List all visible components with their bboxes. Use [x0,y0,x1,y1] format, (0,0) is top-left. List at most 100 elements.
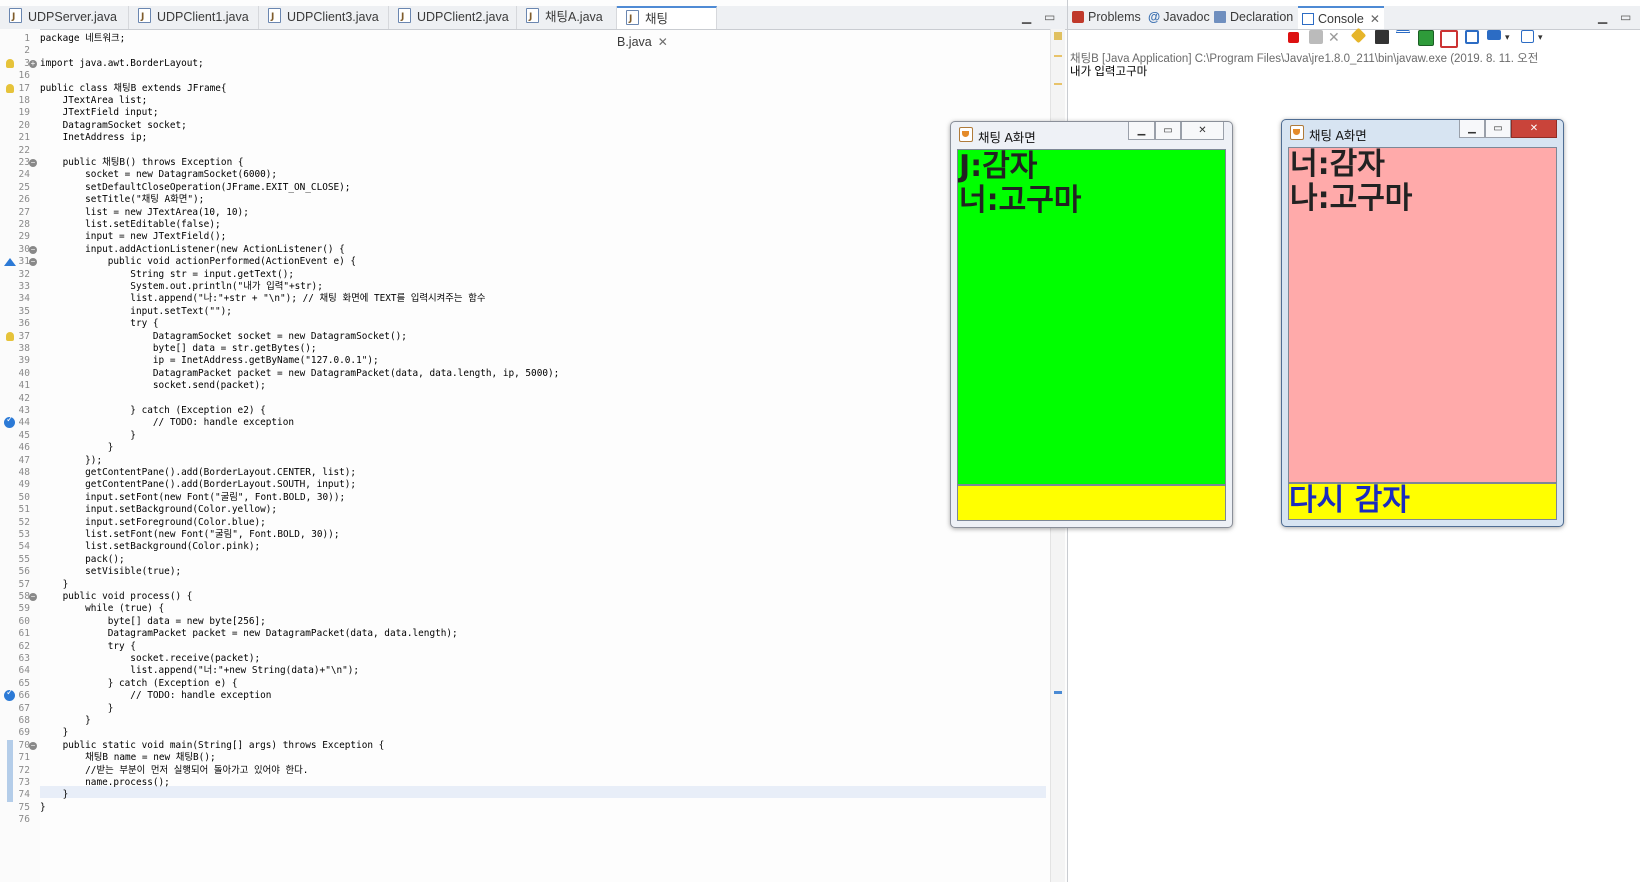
code-line[interactable]: } [40,430,136,442]
code-line[interactable]: socket = new DatagramSocket(6000); [40,169,277,181]
code-line[interactable]: getContentPane().add(BorderLayout.CENTER… [40,467,356,479]
code-line[interactable]: JTextField input; [40,107,159,119]
chevron-down-icon[interactable]: ▾ [1538,30,1552,44]
code-line[interactable]: setTitle("채팅 A화면"); [40,194,204,206]
code-line[interactable]: } catch (Exception e) { [40,678,238,690]
minimize-button[interactable]: ▁ [1128,122,1155,140]
code-line[interactable]: list = new JTextArea(10, 10); [40,207,249,219]
task-marker[interactable] [1054,691,1062,694]
collapse-icon[interactable]: − [29,593,37,601]
code-line[interactable]: } [40,727,69,739]
code-line[interactable]: public static void main(String[] args) t… [40,740,385,752]
code-line[interactable]: public class 채팅B extends JFrame{ [40,83,227,95]
code-line[interactable]: DatagramSocket socket; [40,120,187,132]
code-line[interactable]: DatagramSocket socket = new DatagramSock… [40,331,407,343]
code-line[interactable]: } catch (Exception e2) { [40,405,265,417]
tab-udpclient2[interactable]: UDPClient2.java [389,6,517,29]
word-wrap-icon[interactable] [1396,30,1410,41]
code-line[interactable]: DatagramPacket packet = new DatagramPack… [40,628,458,640]
close-button[interactable]: ✕ [1511,120,1557,138]
code-line[interactable]: list.setEditable(false); [40,219,220,231]
code-line[interactable]: public 채팅B() throws Exception { [40,157,244,169]
show-on-stderr-icon[interactable] [1440,30,1458,48]
maximize-button[interactable]: ▭ [1485,120,1511,138]
code-line[interactable]: ip = InetAddress.getByName("127.0.0.1"); [40,355,379,367]
code-line[interactable]: input.setForeground(Color.blue); [40,517,266,529]
message-input[interactable] [957,485,1226,521]
code-line[interactable]: list.append("나:"+str + "\n"); // 채팅 화면에 … [40,293,485,305]
code-line[interactable]: } [40,703,114,715]
code-line[interactable]: System.out.println("내가 입력"+str); [40,281,323,293]
code-line[interactable]: public void process() { [40,591,193,603]
code-line[interactable]: DatagramPacket packet = new DatagramPack… [40,368,559,380]
code-editor[interactable]: UDPServer.java UDPClient1.java UDPClient… [0,0,1105,882]
collapse-icon[interactable]: − [29,159,37,167]
expand-icon[interactable]: + [29,59,37,68]
code-line[interactable]: } [40,442,114,454]
code-line[interactable]: import java.awt.BorderLayout; [40,58,204,70]
maximize-button[interactable]: ▭ [1155,122,1181,140]
minimize-icon[interactable]: ▁ [1598,10,1607,24]
tab-udpclient1[interactable]: UDPClient1.java [129,6,259,29]
lightbulb-warning-icon[interactable] [6,331,14,341]
code-line[interactable]: list.setFont(new Font("굴림", Font.BOLD, 3… [40,529,339,541]
code-line[interactable]: }); [40,455,102,467]
code-line[interactable]: getContentPane().add(BorderLayout.SOUTH,… [40,479,356,491]
tab-udpclient3[interactable]: UDPClient3.java [259,6,389,29]
collapse-icon[interactable]: − [29,245,37,254]
window-titlebar[interactable]: 채팅 A화면 ▁ ▭ ✕ [1282,120,1563,144]
code-line[interactable]: while (true) { [40,603,164,615]
code-line[interactable]: //받는 부분이 먼저 실행되어 돌아가고 있어야 한다. [40,765,308,777]
code-line[interactable]: socket.send(packet); [40,380,266,392]
code-line[interactable]: public void actionPerformed(ActionEvent … [40,256,356,268]
tab-javadoc[interactable]: @ Javadoc [1148,6,1210,29]
warning-marker[interactable] [1054,32,1062,40]
warning-marker[interactable] [1054,83,1062,85]
lightbulb-warning-icon[interactable] [6,58,14,68]
code-line[interactable]: try { [40,318,158,330]
window-titlebar[interactable]: 채팅 A화면 ▁ ▭ ✕ [951,122,1232,146]
code-line[interactable]: pack(); [40,554,125,566]
tab-chat-a[interactable]: 채팅A.java [517,6,617,29]
code-line[interactable]: } [40,789,69,801]
code-line[interactable]: package 네트워크; [40,33,125,45]
code-line[interactable]: } [40,802,46,814]
minimize-button[interactable]: ▁ [1459,120,1485,138]
code-line[interactable]: input.setText(""); [40,306,232,318]
tab-console[interactable]: Console ✕ [1298,6,1384,29]
chevron-down-icon[interactable]: ▾ [1505,30,1519,44]
open-console-icon[interactable] [1521,30,1534,43]
remove-launch-icon[interactable] [1309,30,1323,44]
maximize-icon[interactable]: ▭ [1044,10,1055,24]
tab-declaration[interactable]: Declaration [1214,6,1293,29]
override-indicator-icon[interactable] [4,258,16,267]
close-button[interactable]: ✕ [1181,122,1224,140]
code-line[interactable]: // TODO: handle exception [40,417,294,429]
code-line[interactable]: setDefaultCloseOperation(JFrame.EXIT_ON_… [40,182,350,194]
code-line[interactable]: input = new JTextField(); [40,231,226,243]
code-line[interactable]: JTextArea list; [40,95,148,107]
maximize-icon[interactable]: ▭ [1620,10,1631,24]
code-line[interactable]: byte[] data = str.getBytes(); [40,343,317,355]
code-line[interactable]: socket.receive(packet); [40,653,260,665]
tab-udpserver[interactable]: UDPServer.java [0,6,129,29]
code-line[interactable]: input.addActionListener(new ActionListen… [40,244,345,256]
code-line[interactable]: InetAddress ip; [40,132,148,144]
message-input[interactable]: 다시 감자 [1288,483,1557,520]
code-line[interactable]: setVisible(true); [40,566,181,578]
collapse-icon[interactable]: − [29,258,37,267]
warning-marker[interactable] [1054,55,1062,57]
code-line[interactable]: list.setBackground(Color.pink); [40,541,260,553]
tab-problems[interactable]: Problems [1072,6,1141,29]
display-console-icon[interactable] [1487,30,1501,40]
chat-window-a[interactable]: 채팅 A화면 ▁ ▭ ✕ J:감자 너:고구마 [950,121,1233,528]
lightbulb-warning-icon[interactable] [6,83,14,93]
minimize-icon[interactable]: ▁ [1022,10,1031,24]
code-line[interactable]: input.setFont(new Font("굴림", Font.BOLD, … [40,492,345,504]
code-line[interactable]: byte[] data = new byte[256]; [40,616,266,628]
code-line[interactable]: String str = input.getText(); [40,269,294,281]
collapse-icon[interactable]: − [29,741,37,750]
close-icon[interactable]: ✕ [1370,12,1380,26]
code-line[interactable]: try { [40,641,136,653]
code-line[interactable]: name.process(); [40,777,170,789]
